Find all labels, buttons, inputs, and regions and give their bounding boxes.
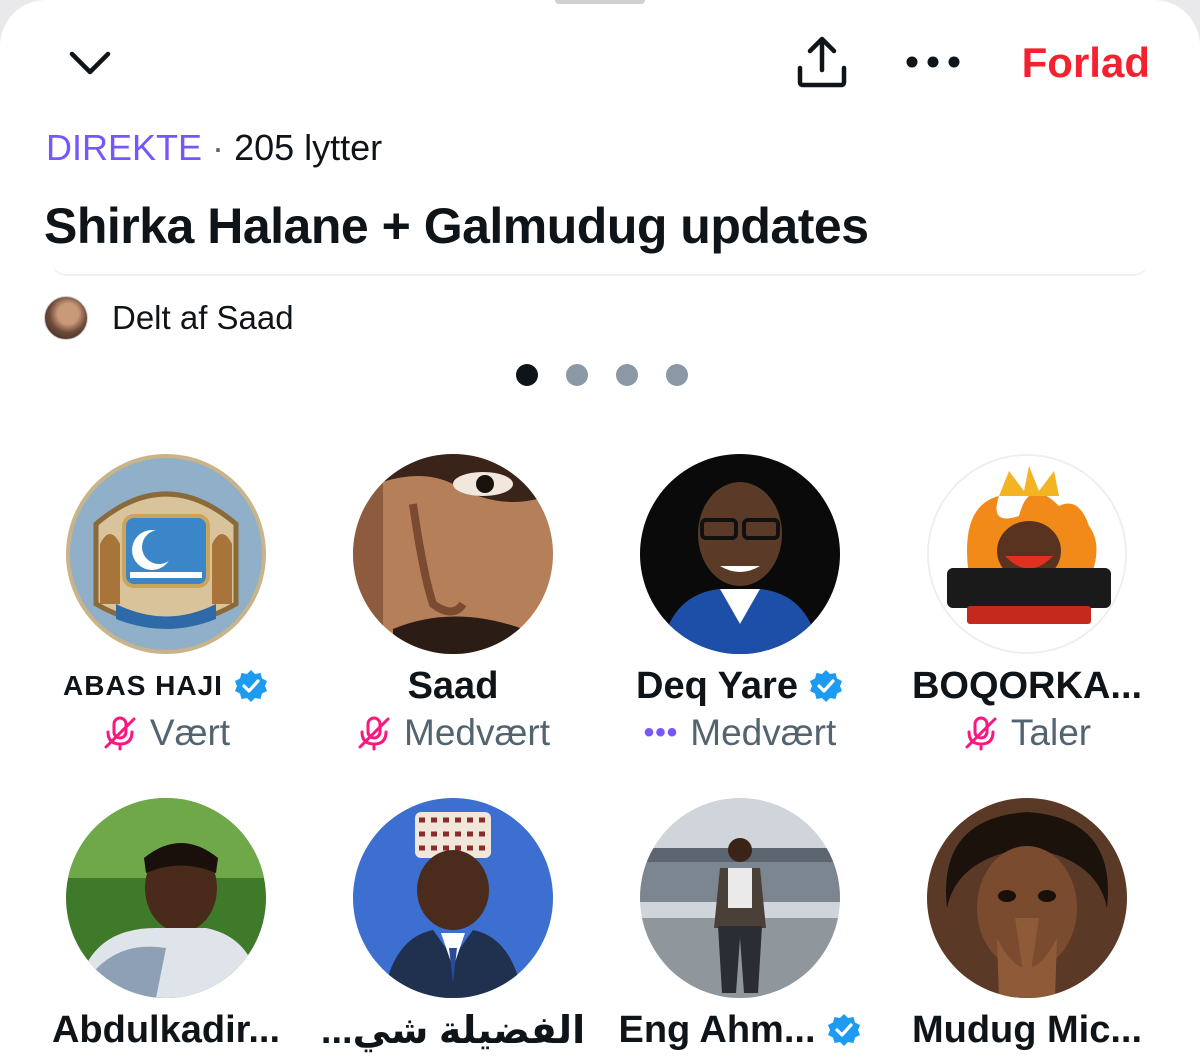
participant-tile[interactable]: BOQORKA... Taler xyxy=(887,452,1167,762)
avatar xyxy=(927,798,1127,998)
avatar xyxy=(66,798,266,998)
avatar xyxy=(927,454,1127,654)
participant-tile[interactable]: ABAS HAJI Vært xyxy=(26,452,306,762)
participant-role-wrap: Medvært xyxy=(313,708,593,758)
participant-name: الفضيلة شي... xyxy=(320,1009,586,1052)
page-dot[interactable] xyxy=(616,364,638,386)
participant-role: Medvært xyxy=(404,712,550,753)
participant-tile[interactable]: الفضيلة شي... xyxy=(313,796,593,1058)
participant-tile[interactable]: Deq Yare ••• Medvært xyxy=(600,452,880,762)
participant-name-wrap: ABAS HAJI xyxy=(26,662,306,710)
participant-tile[interactable]: Mudug Mic... xyxy=(887,796,1167,1058)
participant-role-wrap: Taler xyxy=(887,708,1167,758)
live-label: DIREKTE xyxy=(46,127,203,168)
more-options-button[interactable] xyxy=(900,40,966,84)
space-title: Shirka Halane + Galmudug updates xyxy=(44,198,869,254)
shared-by-label: Delt af Saad xyxy=(112,299,294,336)
participant-name-wrap: Eng Ahm... xyxy=(600,1006,880,1054)
participant-name-wrap: الفضيلة شي... xyxy=(313,1006,593,1054)
page-dot[interactable] xyxy=(666,364,688,386)
participant-name-wrap: Mudug Mic... xyxy=(887,1006,1167,1054)
avatar xyxy=(353,798,553,998)
page-dot[interactable] xyxy=(516,364,538,386)
participant-name: Deq Yare xyxy=(636,664,798,707)
avatar xyxy=(640,454,840,654)
share-button[interactable] xyxy=(790,30,854,94)
participant-name-wrap: Deq Yare xyxy=(600,662,880,710)
mic-off-icon xyxy=(358,716,390,751)
mic-off-icon xyxy=(965,716,997,751)
leave-button[interactable]: Forlad xyxy=(1000,38,1150,88)
verified-badge-icon xyxy=(234,670,267,702)
chevron-down-icon xyxy=(69,51,111,75)
participant-role: Taler xyxy=(1010,712,1092,753)
participant-role-wrap: ••• Medvært xyxy=(600,708,880,758)
page-dot[interactable] xyxy=(566,364,588,386)
participant-name: Mudug Mic... xyxy=(911,1008,1143,1051)
connecting-dots-icon: ••• xyxy=(643,716,679,749)
separator: · xyxy=(212,127,225,168)
participant-name-wrap: BOQORKA... xyxy=(887,662,1167,710)
mic-off-icon xyxy=(104,716,136,751)
participant-name: Abdulkadir... xyxy=(51,1008,281,1051)
verified-badge-icon xyxy=(809,670,842,702)
participant-role: Medvært xyxy=(690,712,837,753)
avatar xyxy=(66,454,266,654)
participant-tile[interactable]: Eng Ahm... xyxy=(600,796,880,1058)
participant-tile[interactable]: Saad Medvært xyxy=(313,452,593,762)
top-bar: Forlad xyxy=(0,0,1200,120)
avatar xyxy=(640,798,840,998)
participant-name-wrap: Saad xyxy=(313,662,593,710)
share-icon xyxy=(797,36,847,88)
participant-role-wrap: Vært xyxy=(26,708,306,758)
participant-name: ABAS HAJI xyxy=(63,670,223,701)
participant-role: Vært xyxy=(149,712,231,753)
verified-badge-icon xyxy=(827,1014,860,1046)
participant-name: Eng Ahm... xyxy=(618,1008,816,1051)
space-sheet: Forlad DIREKTE · 205 lytter Shirka Halan… xyxy=(0,0,1200,1058)
collapse-button[interactable] xyxy=(60,38,120,88)
listener-count: 205 lytter xyxy=(234,127,383,168)
more-icon xyxy=(906,56,960,68)
participant-name-wrap: Abdulkadir... xyxy=(26,1006,306,1054)
page-indicator[interactable] xyxy=(516,364,688,386)
shared-by[interactable]: Delt af Saad xyxy=(44,295,294,341)
avatar xyxy=(44,296,88,340)
participant-name: Saad xyxy=(407,664,499,707)
participant-tile[interactable]: Abdulkadir... xyxy=(26,796,306,1058)
space-status: DIREKTE · 205 lytter xyxy=(46,126,382,170)
participant-name: BOQORKA... xyxy=(911,664,1143,707)
divider xyxy=(52,262,1148,276)
avatar xyxy=(353,454,553,654)
